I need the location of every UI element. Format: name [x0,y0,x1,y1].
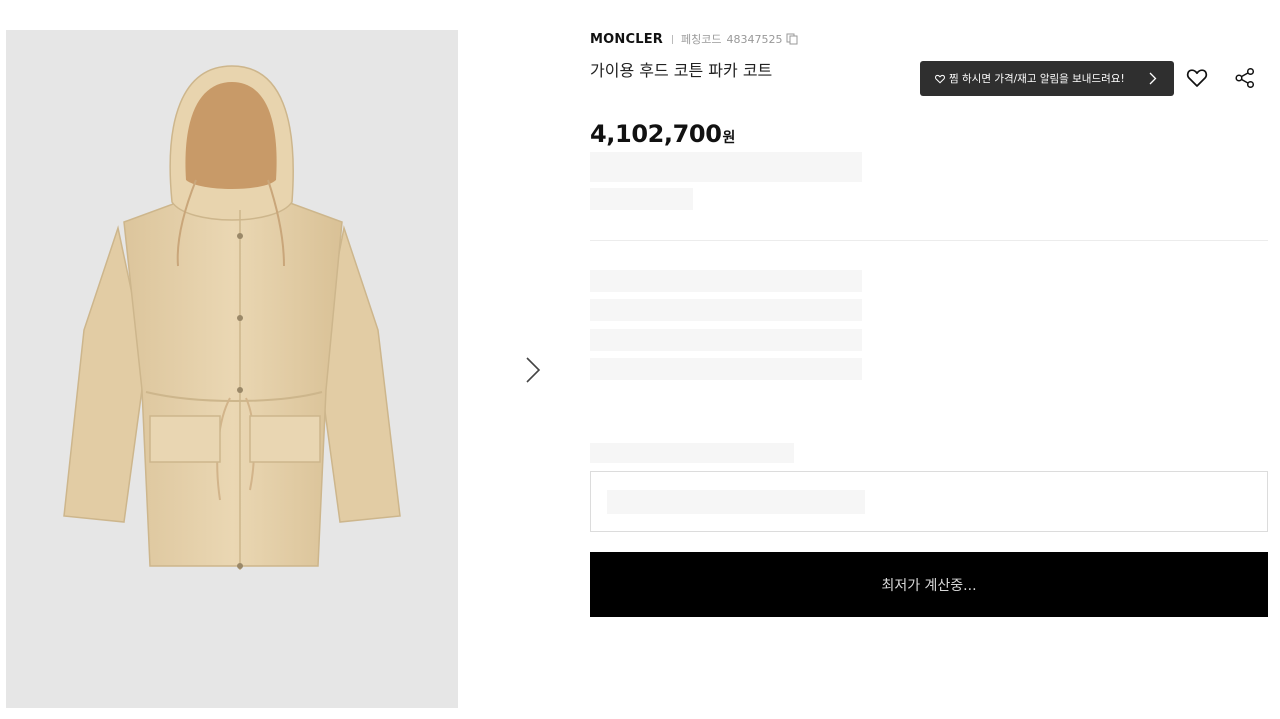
loading-placeholder [590,299,862,321]
brand-row: MONCLER 페칭코드 48347525 [590,30,798,48]
wishlist-button[interactable] [1186,67,1208,89]
loading-placeholder [590,188,693,210]
loading-placeholder [607,490,865,514]
wishlist-alert-banner[interactable]: 찜 하시면 가격/재고 알림을 보내드려요! [920,61,1174,96]
jacket-illustration [63,65,401,570]
loading-placeholder [590,443,794,463]
product-code-value: 48347525 [726,32,783,46]
chevron-right-icon [526,357,541,383]
buy-button[interactable]: 최저가 계산중... [590,552,1268,617]
loading-placeholder [590,152,862,182]
loading-placeholder [590,270,862,292]
share-icon [1235,67,1255,89]
heart-icon [1186,69,1208,87]
copy-icon[interactable] [786,33,798,45]
wishlist-alert-text: 찜 하시면 가격/재고 알림을 보내드려요! [949,73,1125,85]
loading-placeholder [590,329,862,351]
price-unit: 원 [722,130,736,146]
product-code-label: 페칭코드 [680,33,722,46]
brand-name[interactable]: MONCLER [590,32,663,47]
gallery-next-button[interactable] [520,352,546,388]
product-detail-page: MONCLER 페칭코드 48347525 가이용 후드 코튼 파카 코트 찜 … [0,0,1280,719]
divider [671,34,673,44]
section-divider [590,240,1268,241]
product-image[interactable] [6,30,458,708]
loading-placeholder [590,358,862,380]
option-selector[interactable] [590,471,1268,532]
product-price: 4,102,700 원 [590,120,735,148]
heart-outline-icon [935,74,945,83]
buy-button-label: 최저가 계산중... [881,577,977,594]
product-title: 가이용 후드 코튼 파카 코트 [590,61,773,80]
share-button[interactable] [1234,67,1256,89]
chevron-right-icon [1149,72,1157,85]
price-amount: 4,102,700 [590,120,722,148]
